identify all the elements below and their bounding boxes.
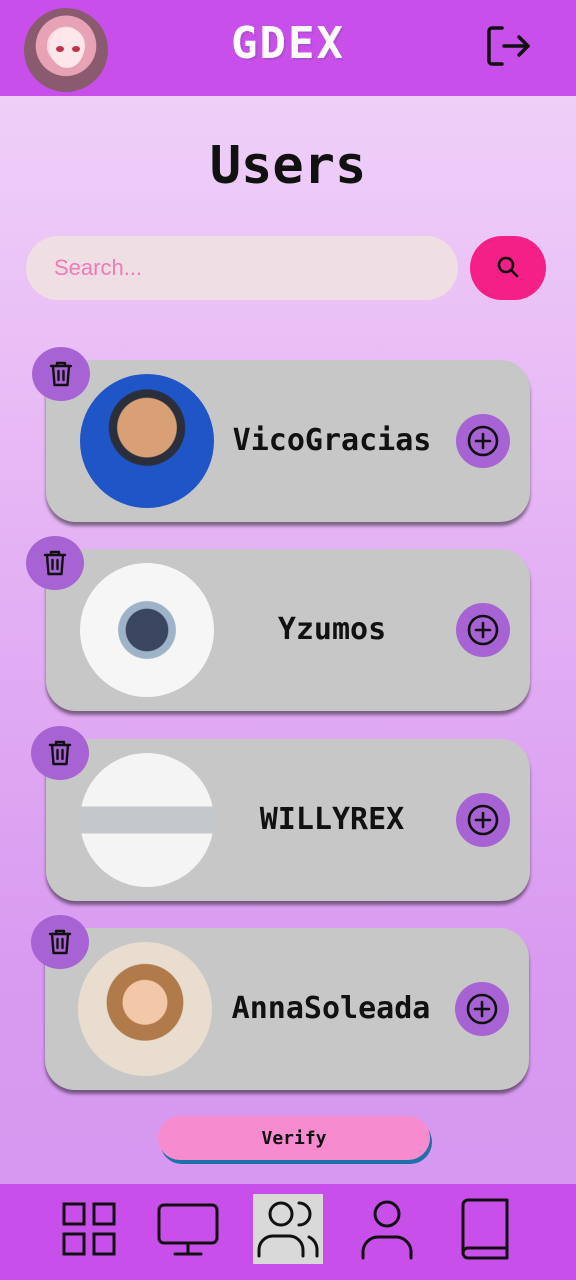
- user-card: VicoGracias: [46, 360, 530, 522]
- delete-user-button[interactable]: [32, 347, 90, 401]
- delete-user-button[interactable]: [31, 915, 89, 969]
- user-name: VicoGracias: [232, 423, 432, 458]
- plus-circle-icon: [467, 614, 499, 646]
- nav-library[interactable]: [450, 1194, 520, 1264]
- user-icon: [361, 1200, 413, 1260]
- nav-profile[interactable]: [352, 1194, 422, 1264]
- delete-user-button[interactable]: [31, 726, 89, 780]
- nav-monitor[interactable]: [153, 1194, 223, 1264]
- trash-icon: [49, 361, 73, 387]
- page-title: Users: [209, 136, 367, 196]
- plus-circle-icon: [466, 993, 498, 1025]
- top-bar: GDEX: [0, 0, 576, 96]
- grid-icon: [62, 1202, 116, 1256]
- user-name: Yzumos: [277, 612, 387, 647]
- user-name: AnnaSoleada: [231, 991, 431, 1026]
- user-avatar: [78, 942, 212, 1076]
- search-icon: [495, 254, 521, 283]
- nav-users[interactable]: [253, 1194, 323, 1264]
- delete-user-button[interactable]: [26, 536, 84, 590]
- plus-circle-icon: [467, 804, 499, 836]
- monitor-icon: [157, 1203, 219, 1256]
- bottom-nav: [0, 1184, 576, 1280]
- add-user-button[interactable]: [456, 603, 510, 657]
- trash-icon: [48, 929, 72, 955]
- verify-button[interactable]: Verify: [158, 1116, 430, 1160]
- user-avatar: [80, 563, 214, 697]
- user-avatar: [80, 753, 214, 887]
- add-user-button[interactable]: [456, 793, 510, 847]
- user-avatar: [80, 374, 214, 508]
- user-card: Yzumos: [46, 549, 530, 711]
- search-button[interactable]: [470, 236, 546, 300]
- trash-icon: [43, 550, 67, 576]
- users-icon: [257, 1201, 319, 1258]
- nav-grid[interactable]: [54, 1194, 124, 1264]
- logout-icon[interactable]: [484, 22, 532, 70]
- user-name: WILLYREX: [259, 802, 405, 837]
- search-input[interactable]: [26, 236, 458, 300]
- trash-icon: [48, 740, 72, 766]
- user-card: AnnaSoleada: [45, 928, 529, 1090]
- plus-circle-icon: [467, 425, 499, 457]
- book-icon: [461, 1198, 509, 1260]
- user-card: WILLYREX: [46, 739, 530, 901]
- add-user-button[interactable]: [455, 982, 509, 1036]
- add-user-button[interactable]: [456, 414, 510, 468]
